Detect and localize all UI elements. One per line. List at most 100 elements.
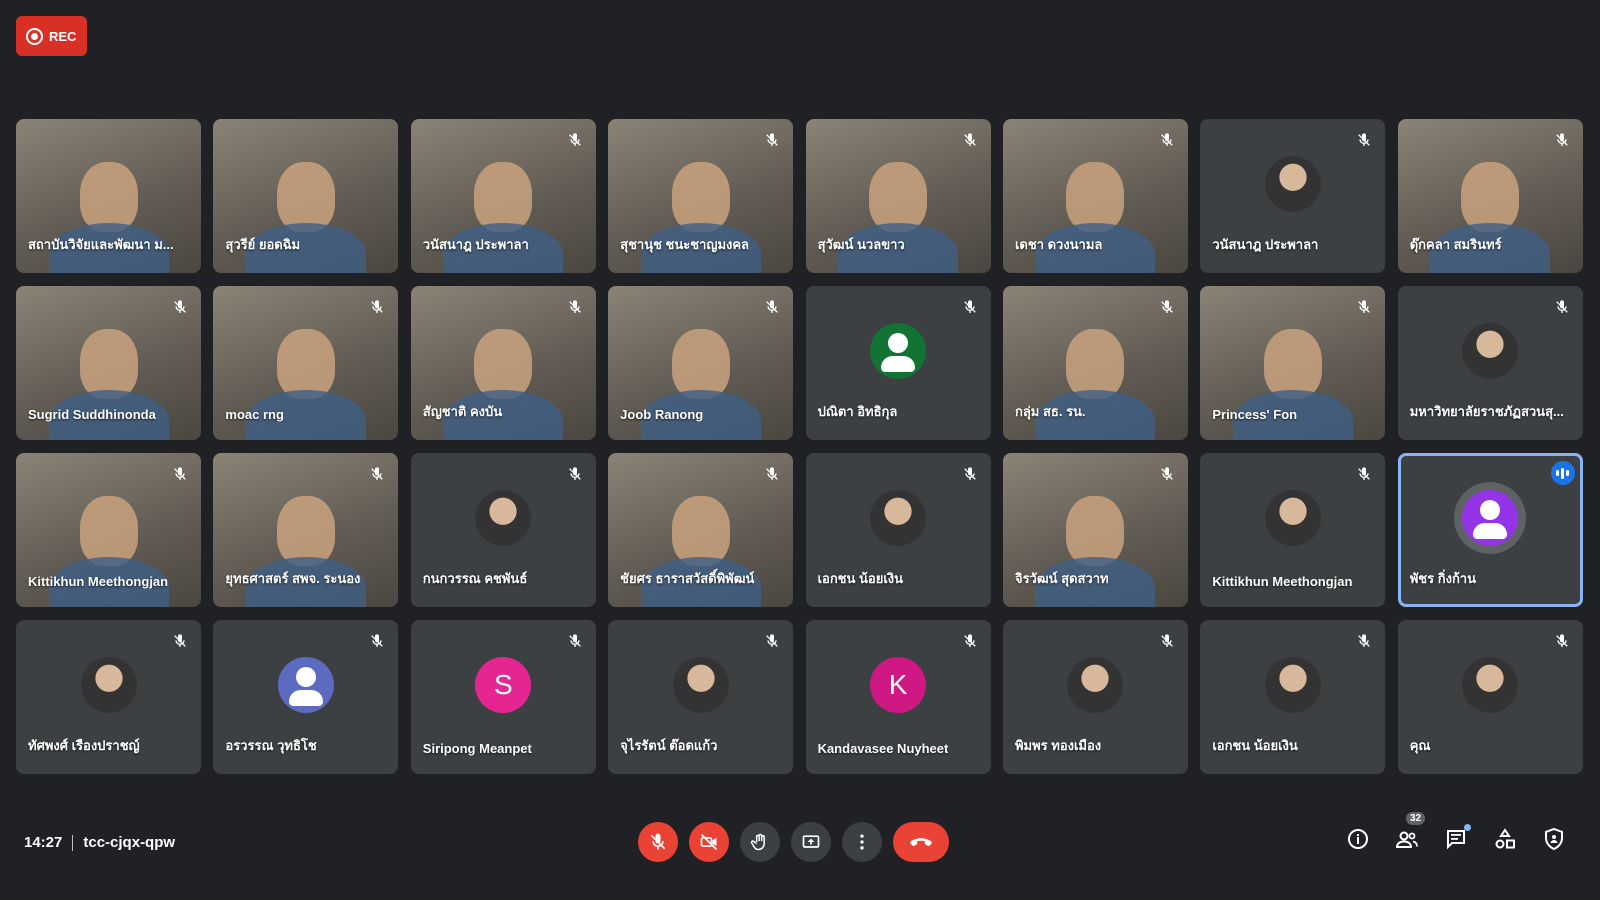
- participant-tile[interactable]: มหาวิทยาลัยราชภัฏสวนสุ...: [1397, 286, 1583, 440]
- unread-dot: [1464, 824, 1471, 831]
- participant-tile[interactable]: อรวรรณ วุทธิโช: [213, 620, 399, 774]
- muted-mic-icon: [1353, 296, 1375, 318]
- camera-off-icon: [700, 833, 718, 851]
- chat-icon: [1447, 830, 1465, 850]
- participant-name: Siripong Meanpet: [422, 741, 532, 756]
- participant-tile[interactable]: เอกชน น้อยเงิน: [805, 453, 991, 607]
- video-feed-face: [276, 329, 335, 400]
- participant-name: Kittikhun Meethongjan: [1212, 574, 1353, 589]
- muted-mic-icon: [564, 129, 586, 151]
- muted-mic-icon: [1551, 630, 1573, 652]
- video-feed-face: [79, 329, 138, 400]
- participant-name: Sugrid Suddhinonda: [28, 407, 156, 422]
- participant-tile[interactable]: พิมพร ทองเมือง: [1002, 620, 1188, 774]
- participant-count-badge: 32: [1406, 812, 1426, 825]
- audio-level-bar: [1556, 470, 1560, 476]
- participant-tile[interactable]: สถาบันวิจัยและพัฒนา ม...: [16, 119, 201, 273]
- activities-button[interactable]: [1492, 826, 1518, 852]
- video-feed-face: [1461, 162, 1520, 233]
- participant-tile[interactable]: Kittikhun Meethongjan: [16, 453, 201, 607]
- default-avatar-icon: [277, 656, 334, 713]
- camera-toggle-button[interactable]: [689, 822, 729, 862]
- participant-name: กลุ่ม สธ. รน.: [1014, 404, 1086, 419]
- avatar: [1264, 489, 1321, 546]
- participant-name: วนัสนาฎ ประพาลา: [422, 237, 529, 252]
- participant-tile[interactable]: ชัยศร ธาราสวัสดิ์พิพัฒน์: [608, 453, 794, 607]
- participant-tile[interactable]: สุชานุช ชนะชาญมงคล: [608, 119, 794, 273]
- chat-button[interactable]: [1443, 824, 1471, 852]
- video-feed-face: [1263, 329, 1322, 400]
- participant-tile[interactable]: สัญชาติ คงบัน: [410, 286, 596, 440]
- participant-tile[interactable]: Joob Ranong: [608, 286, 794, 440]
- participant-name: ชัยศร ธาราสวัสดิ์พิพัฒน์: [620, 571, 755, 586]
- participant-tile[interactable]: พัชร กิ่งก้าน: [1397, 453, 1583, 607]
- participant-tile[interactable]: Kittikhun Meethongjan: [1200, 453, 1386, 607]
- muted-mic-icon: [1551, 296, 1573, 318]
- participant-name: สุวรีย์ ยอดฉิม: [225, 237, 301, 252]
- video-feed-face: [276, 162, 335, 233]
- avatar: [672, 656, 729, 713]
- participant-tile[interactable]: เอกชน น้อยเงิน: [1200, 620, 1386, 774]
- participant-tile[interactable]: กนกวรรณ คชพันธ์: [410, 453, 596, 607]
- muted-mic-icon: [1353, 463, 1375, 485]
- host-controls-button[interactable]: [1541, 826, 1567, 852]
- meeting-info: 14:27 tcc-cjqx-qpw: [24, 834, 175, 851]
- participant-tile[interactable]: ปณิตา อิทธิกุล: [805, 286, 991, 440]
- participant-tile[interactable]: คุณ: [1397, 620, 1583, 774]
- video-feed-face: [1066, 496, 1125, 567]
- participant-tile[interactable]: moac rng: [213, 286, 399, 440]
- participant-name: เดชา ดวงนามล: [1014, 237, 1103, 252]
- participant-tile[interactable]: ดุ๊กคลา สมรินทร์: [1397, 119, 1583, 273]
- people-icon: [1395, 831, 1418, 848]
- people-button[interactable]: 32: [1394, 812, 1426, 852]
- participant-name: สุชานุช ชนะชาญมงคล: [620, 237, 750, 252]
- participant-tile[interactable]: S Siripong Meanpet: [410, 620, 596, 774]
- participant-name: ยุทธศาสตร์ สพจ. ระนอง: [225, 571, 361, 586]
- participant-name: Princess' Fon: [1212, 407, 1298, 422]
- participant-name: ปณิตา อิทธิกุล: [817, 404, 898, 419]
- participant-tile[interactable]: ทัศพงศ์ เรืองปราชญ์: [16, 620, 201, 774]
- muted-mic-icon: [564, 296, 586, 318]
- participant-name: คุณ: [1409, 738, 1431, 753]
- meeting-details-button[interactable]: [1345, 826, 1371, 852]
- video-feed-face: [1066, 162, 1125, 233]
- muted-mic-icon: [959, 630, 981, 652]
- participant-name: Kandavasee Nuyheet: [817, 741, 949, 756]
- record-icon: [26, 27, 43, 45]
- participant-name: ทัศพงศ์ เรืองปราชญ์: [28, 738, 140, 753]
- participant-tile[interactable]: ยุทธศาสตร์ สพจ. ระนอง: [213, 453, 399, 607]
- participant-tile[interactable]: จิรวัฒน์ สุดสวาท: [1002, 453, 1188, 607]
- participant-tile[interactable]: เดชา ดวงนามล: [1002, 119, 1188, 273]
- avatar: K: [870, 656, 927, 713]
- more-options-button[interactable]: [842, 822, 882, 862]
- mic-off-icon: [650, 833, 666, 850]
- participant-tile[interactable]: K Kandavasee Nuyheet: [805, 620, 991, 774]
- participant-tile[interactable]: จุไรรัตน์ ต๊อดแก้ว: [608, 620, 794, 774]
- muted-mic-icon: [1156, 630, 1178, 652]
- participant-name: อรวรรณ วุทธิโช: [225, 738, 317, 753]
- participant-tile[interactable]: Sugrid Suddhinonda: [16, 286, 201, 440]
- leave-call-button[interactable]: [893, 822, 949, 862]
- default-avatar-icon: [1462, 489, 1519, 546]
- avatar: [1264, 656, 1321, 713]
- participant-tile[interactable]: วนัสนาฎ ประพาลา: [1200, 119, 1386, 273]
- host-controls-icon: [1545, 827, 1563, 851]
- participant-tile[interactable]: สุวัฒน์ นวลขาว: [805, 119, 991, 273]
- participant-tile[interactable]: Princess' Fon: [1200, 286, 1386, 440]
- leave-call-icon: [910, 838, 932, 847]
- avatar: [1264, 155, 1321, 212]
- meeting-code[interactable]: tcc-cjqx-qpw: [83, 834, 175, 851]
- mic-toggle-button[interactable]: [638, 822, 678, 862]
- raise-hand-button[interactable]: [740, 822, 780, 862]
- video-feed-face: [79, 496, 138, 567]
- participant-tile[interactable]: วนัสนาฎ ประพาลา: [410, 119, 596, 273]
- muted-mic-icon: [564, 630, 586, 652]
- participant-name: จุไรรัตน์ ต๊อดแก้ว: [620, 738, 718, 753]
- participant-tile[interactable]: กลุ่ม สธ. รน.: [1002, 286, 1188, 440]
- present-button[interactable]: [791, 822, 831, 862]
- participant-tile[interactable]: สุวรีย์ ยอดฉิม: [213, 119, 399, 273]
- muted-mic-icon: [959, 463, 981, 485]
- raise-hand-icon: [750, 833, 765, 851]
- speaking-indicator-icon: [1550, 461, 1575, 485]
- muted-mic-icon: [1551, 129, 1573, 151]
